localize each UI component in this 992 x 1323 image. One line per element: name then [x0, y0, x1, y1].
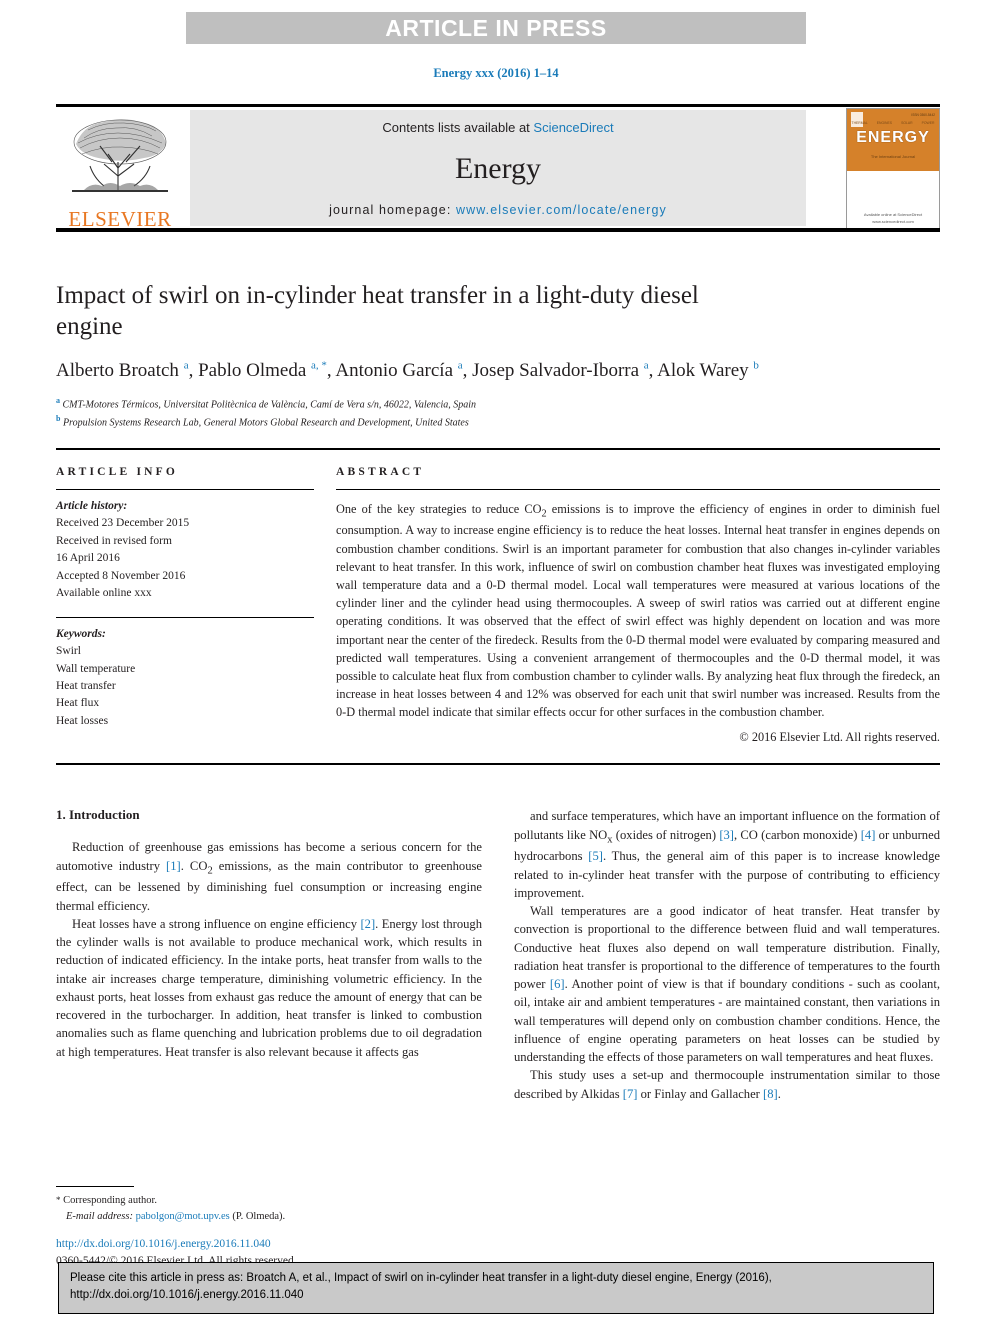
cover-topic: POWER: [921, 121, 935, 125]
elsevier-tree-icon: [72, 119, 168, 192]
abstract-label: ABSTRACT: [336, 465, 425, 478]
journal-masthead: ELSEVIER Contents lists available at Sci…: [56, 104, 940, 232]
citation-ref[interactable]: [6]: [550, 977, 565, 991]
history-item: Received in revised form: [56, 534, 172, 547]
keywords-block: Keywords: Swirl Wall temperature Heat tr…: [56, 626, 314, 731]
page-content: ELSEVIER Contents lists available at Sci…: [56, 104, 940, 1103]
sciencedirect-link[interactable]: ScienceDirect: [533, 120, 613, 135]
citation-ref[interactable]: [3]: [719, 828, 734, 842]
cite-this-article-box: Please cite this article in press as: Br…: [58, 1262, 934, 1314]
email-link[interactable]: pabolgon@mot.upv.es: [136, 1211, 230, 1222]
citation-ref[interactable]: [5]: [588, 849, 603, 863]
article-info-column: ARTICLE INFO Article history: Received 2…: [56, 466, 314, 746]
article-info-rule: [56, 488, 314, 490]
section-title-introduction: 1. Introduction: [56, 807, 140, 823]
abstract-text: One of the key strategies to reduce CO2 …: [336, 501, 940, 720]
contents-prefix: Contents lists available at: [382, 120, 534, 135]
history-item: 16 April 2016: [56, 552, 120, 565]
paragraph: Heat losses have a strong influence on e…: [56, 916, 483, 1059]
elsevier-wordmark: ELSEVIER: [68, 207, 172, 231]
article-in-press-banner: ARTICLE IN PRESS: [186, 12, 806, 44]
keyword-item: Heat transfer: [56, 680, 116, 693]
info-top-rule: [56, 447, 940, 450]
doi-link[interactable]: http://dx.doi.org/10.1016/j.energy.2016.…: [56, 1236, 516, 1253]
cover-topics: THERMAL ENGINES SOLAR POWER: [847, 121, 939, 125]
cover-topic: THERMAL: [851, 121, 868, 125]
article-info-label: ARTICLE INFO: [56, 465, 179, 478]
homepage-prefix: journal homepage:: [329, 203, 456, 217]
asterisk-icon: *: [56, 1195, 61, 1205]
citation-ref[interactable]: [4]: [861, 828, 876, 842]
journal-banner: Contents lists available at ScienceDirec…: [190, 110, 806, 226]
history-item: Accepted 8 November 2016: [56, 569, 186, 582]
abstract-rule: [336, 488, 940, 490]
masthead-bottom-rule: [56, 228, 940, 232]
footnote-rule: [56, 1186, 134, 1187]
abstract-bottom-rule: [56, 763, 940, 766]
body-column-left: 1. Introduction Reduction of greenhouse …: [56, 807, 482, 1102]
citation-ref[interactable]: [2]: [360, 917, 375, 931]
paragraph: and surface temperatures, which have an …: [514, 809, 940, 900]
journal-cover-thumbnail: ISSN 0360-5442 THERMAL ENGINES SOLAR POW…: [846, 108, 940, 230]
cover-title: ENERGY: [856, 129, 930, 146]
citation-ref[interactable]: [7]: [623, 1087, 638, 1101]
paragraph: Wall temperatures are a good indicator o…: [514, 904, 940, 1065]
corresponding-author-label: Corresponding author.: [63, 1195, 158, 1206]
affiliation-marker: a: [56, 396, 60, 406]
cover-top-panel: ISSN 0360-5442 THERMAL ENGINES SOLAR POW…: [847, 109, 939, 171]
cover-tagline: The International Journal: [870, 154, 916, 159]
running-head: Energy xxx (2016) 1–14: [433, 66, 559, 80]
info-abstract-grid: ARTICLE INFO Article history: Received 2…: [56, 466, 940, 746]
keyword-item: Heat flux: [56, 697, 100, 710]
keyword-item: Wall temperature: [56, 662, 136, 675]
body-column-right: and surface temperatures, which have an …: [514, 807, 940, 1102]
abstract-column: ABSTRACT One of the key strategies to re…: [336, 466, 940, 746]
email-owner: (P. Olmeda).: [232, 1210, 286, 1222]
article-history-block: Article history: Received 23 December 20…: [56, 498, 314, 603]
contents-available-line: Contents lists available at ScienceDirec…: [382, 120, 613, 135]
elsevier-logo: ELSEVIER: [56, 110, 184, 230]
affiliation-a: a CMT-Motores Térmicos, Universitat Poli…: [56, 395, 940, 413]
affiliation-text: CMT-Motores Térmicos, Universitat Politè…: [62, 399, 477, 411]
body-columns: 1. Introduction Reduction of greenhouse …: [56, 807, 940, 1102]
email-label: E-mail address:: [66, 1210, 133, 1222]
journal-homepage-line: journal homepage: www.elsevier.com/locat…: [329, 203, 667, 217]
article-history-heading: Article history:: [56, 499, 128, 512]
affiliation-list: a CMT-Motores Térmicos, Universitat Poli…: [56, 395, 940, 431]
journal-title: Energy: [454, 152, 542, 185]
author-list: Alberto Broatch a, Pablo Olmeda a, *, An…: [56, 359, 759, 381]
keywords-rule: [56, 616, 314, 618]
keywords-heading: Keywords:: [56, 627, 106, 640]
citation-ref[interactable]: [1]: [166, 859, 181, 873]
footnote-block: * Corresponding author. E-mail address: …: [56, 1186, 482, 1225]
paragraph: This study uses a set-up and thermocoupl…: [514, 1068, 940, 1101]
affiliation-b: b Propulsion Systems Research Lab, Gener…: [56, 413, 940, 431]
cite-this-article-text: Please cite this article in press as: Br…: [70, 1272, 772, 1302]
title-block: Impact of swirl on in-cylinder heat tran…: [56, 280, 940, 431]
masthead-top-rule: [56, 104, 940, 107]
keyword-item: Heat losses: [56, 714, 109, 727]
history-item: Received 23 December 2015: [56, 517, 190, 530]
homepage-link[interactable]: www.elsevier.com/locate/energy: [456, 203, 667, 217]
keyword-item: Swirl: [56, 645, 81, 658]
affiliation-marker: b: [56, 413, 61, 423]
cover-topic: ENGINES: [876, 121, 893, 125]
email-note: E-mail address: pabolgon@mot.upv.es (P. …: [56, 1211, 285, 1222]
affiliation-text: Propulsion Systems Research Lab, General…: [62, 417, 469, 429]
cover-footer-text: Available online at ScienceDirect www.sc…: [863, 212, 923, 224]
corresponding-author-note: * Corresponding author. E-mail address: …: [56, 1193, 482, 1225]
cover-topic: SOLAR: [901, 121, 913, 125]
abstract-copyright: © 2016 Elsevier Ltd. All rights reserved…: [739, 730, 940, 745]
paragraph: Reduction of greenhouse gas emissions ha…: [56, 840, 483, 913]
cover-issn: ISSN 0360-5442: [911, 113, 935, 117]
article-in-press-label: ARTICLE IN PRESS: [385, 14, 607, 41]
history-item: Available online xxx: [56, 587, 152, 600]
cover-body-panel: Available online at ScienceDirect www.sc…: [847, 171, 939, 229]
citation-ref[interactable]: [8]: [763, 1087, 778, 1101]
page-title: Impact of swirl on in-cylinder heat tran…: [56, 282, 699, 341]
